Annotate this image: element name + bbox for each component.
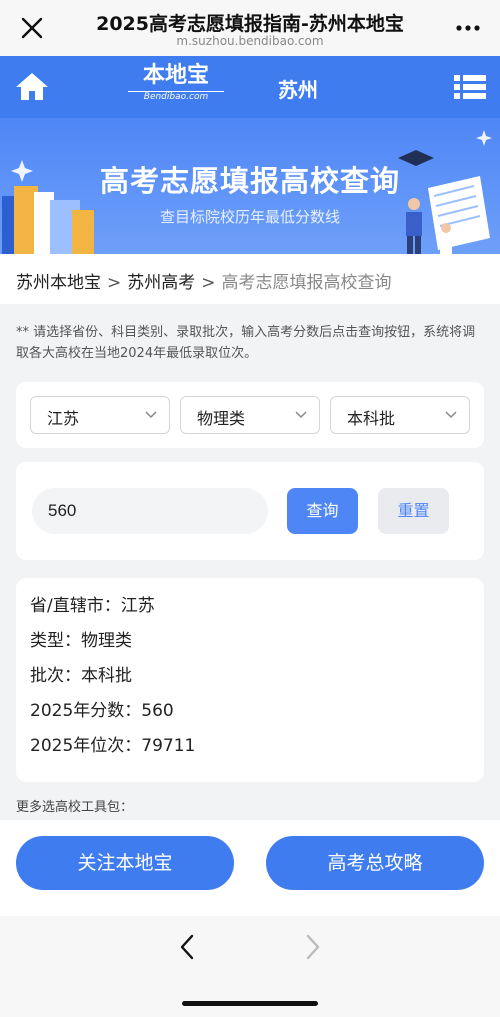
breadcrumb-separator: > bbox=[201, 273, 216, 293]
page-title: 2025高考志愿填报指南-苏州本地宝 bbox=[96, 13, 404, 35]
batch-select-value: 本科批 bbox=[347, 409, 396, 428]
breadcrumb: 苏州本地宝 > 苏州高考 > 高考志愿填报高校查询 bbox=[0, 254, 500, 304]
result-card: 省/直辖市：江苏 类型：物理类 批次：本科批 2025年分数：560 2025年… bbox=[16, 578, 484, 782]
result-province: 省/直辖市：江苏 bbox=[30, 596, 155, 616]
logo-text: 本地宝 bbox=[142, 62, 209, 88]
home-icon[interactable] bbox=[14, 70, 50, 102]
result-batch: 批次：本科批 bbox=[30, 666, 132, 686]
menu-icon[interactable] bbox=[454, 74, 486, 100]
province-select[interactable]: 江苏 bbox=[30, 396, 170, 434]
subject-select[interactable]: 物理类 bbox=[180, 396, 320, 434]
chevron-left-icon[interactable] bbox=[176, 933, 198, 961]
page-url: m.suzhou.bendibao.com bbox=[176, 34, 324, 48]
site-nav-bar: 本地宝 Bendibao.com 苏州 bbox=[0, 56, 500, 118]
breadcrumb-current: 高考志愿填报高校查询 bbox=[221, 273, 392, 293]
banner-title: 高考志愿填报高校查询 bbox=[99, 164, 400, 198]
chevron-down-icon bbox=[445, 411, 457, 419]
filter-card: 江苏 物理类 本科批 bbox=[16, 382, 484, 448]
score-card: 查询 重置 bbox=[16, 462, 484, 560]
city-name[interactable]: 苏州 bbox=[278, 74, 318, 103]
query-button[interactable]: 查询 bbox=[287, 488, 358, 534]
subject-select-value: 物理类 bbox=[197, 409, 246, 428]
province-select-value: 江苏 bbox=[47, 409, 80, 428]
chevron-down-icon bbox=[145, 411, 157, 419]
result-score: 2025年分数：560 bbox=[30, 701, 174, 721]
batch-select[interactable]: 本科批 bbox=[330, 396, 470, 434]
reset-button[interactable]: 重置 bbox=[378, 488, 449, 534]
hero-banner: 高考志愿填报高校查询 查目标院校历年最低分数线 bbox=[0, 118, 500, 254]
site-logo[interactable]: 本地宝 Bendibao.com bbox=[128, 61, 224, 111]
chevron-right-icon[interactable] bbox=[302, 933, 324, 961]
browser-top-bar: 2025高考志愿填报指南-苏州本地宝 m.suzhou.bendibao.com bbox=[0, 0, 500, 56]
result-rank: 2025年位次：79711 bbox=[30, 736, 196, 756]
chevron-down-icon bbox=[295, 411, 307, 419]
breadcrumb-home[interactable]: 苏州本地宝 bbox=[16, 273, 101, 293]
breadcrumb-gaokao[interactable]: 苏州高考 bbox=[127, 273, 195, 293]
logo-subtext: Bendibao.com bbox=[128, 91, 224, 102]
result-subject: 类型：物理类 bbox=[30, 631, 132, 651]
close-icon[interactable] bbox=[18, 14, 46, 42]
breadcrumb-separator: > bbox=[107, 273, 122, 293]
instruction-note: ** 请选择省份、科目类别、录取批次，输入高考分数后点击查询按钮，系统将调取各大… bbox=[16, 325, 476, 361]
score-input[interactable] bbox=[32, 488, 268, 534]
more-icon[interactable] bbox=[454, 18, 482, 38]
tools-label: 更多选高校工具包： bbox=[16, 800, 134, 815]
guide-button[interactable]: 高考总攻略 bbox=[266, 836, 484, 890]
banner-subtitle: 查目标院校历年最低分数线 bbox=[159, 208, 340, 226]
home-indicator bbox=[182, 1001, 318, 1006]
follow-button[interactable]: 关注本地宝 bbox=[16, 836, 234, 890]
